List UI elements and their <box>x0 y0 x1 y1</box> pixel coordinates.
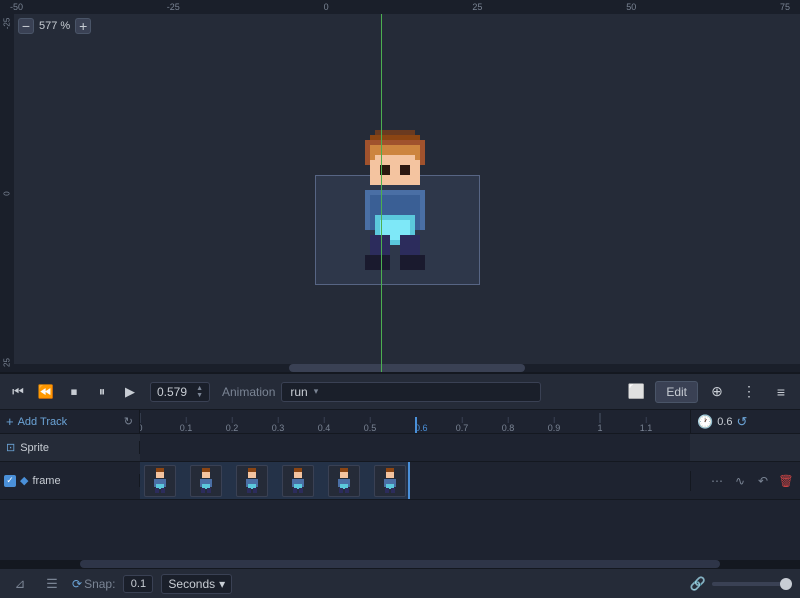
frame-track-checkbox[interactable]: ✓ <box>4 475 16 487</box>
zoom-slider[interactable] <box>712 582 792 586</box>
keyframe-thumb-3[interactable] <box>282 465 314 497</box>
snap-icon: ⟳ <box>72 577 82 591</box>
play-button[interactable]: ▶ <box>118 380 142 404</box>
pause-button[interactable]: ⏸ <box>90 380 114 404</box>
transport-bar: ⏮ ⏪ ⏹ ⏸ ▶ 0.579 ▲ ▼ Animation run ▾ ⬜ Ed… <box>0 374 800 410</box>
list-icon[interactable]: ☰ <box>40 572 64 596</box>
frame-track: ✓ ◆ frame <box>0 462 800 500</box>
animation-label: Animation <box>222 385 275 399</box>
viewport: -50 -25 0 25 50 75 -25 0 25 − 577 % + <box>0 0 800 372</box>
sprite-track-header[interactable]: ⊡ Sprite <box>0 441 140 454</box>
ruler-top: -50 -25 0 25 50 75 <box>0 0 800 14</box>
frame-track-right-controls: ⋯ ∿ ↶ 🗑 <box>690 471 800 491</box>
playhead-line <box>381 14 382 372</box>
ruler-mark: 0.1 <box>180 417 193 433</box>
ruler-mark: 0.4 <box>318 417 331 433</box>
ruler-mark: 0.2 <box>226 417 239 433</box>
edit-button[interactable]: Edit <box>655 381 698 403</box>
time-value: 0.579 <box>157 385 187 399</box>
sprite-track-content <box>140 434 690 461</box>
ruler-mark: 1.1 <box>640 417 653 433</box>
filter-icon[interactable]: ⊿ <box>8 572 32 596</box>
ruler-marks: 0 0.1 0.2 0.3 0.4 0.5 <box>140 410 690 433</box>
animation-name-select[interactable]: run ▾ <box>281 382 541 402</box>
ruler-mark: 1 <box>597 413 602 433</box>
audio-icon[interactable]: 🔗 <box>690 576 706 592</box>
keyframe-thumb-4[interactable] <box>328 465 360 497</box>
prev-keyframe-button[interactable]: ⏮ <box>6 380 30 404</box>
frame-diamond-icon: ◆ <box>20 474 28 487</box>
bottom-right-controls: 🔗 <box>690 576 792 592</box>
playhead-mark: 0.6 <box>415 417 417 433</box>
viewport-scrollbar-h[interactable] <box>14 364 800 372</box>
ruler-left: -25 0 25 <box>0 14 14 372</box>
ruler-right-controls: 🕐 0.6 ↺ <box>690 410 800 433</box>
keyframe-thumb-2[interactable] <box>236 465 268 497</box>
delete-icon[interactable]: 🗑 <box>776 471 796 491</box>
timeline-scrollbar[interactable] <box>0 560 800 568</box>
frame-track-content <box>140 462 690 499</box>
curve-icon[interactable]: ∿ <box>730 471 750 491</box>
add-track-label: Add Track <box>18 416 68 428</box>
frame-track-name: frame <box>32 475 60 487</box>
loop-icon: ↻ <box>124 415 133 428</box>
ruler-mark: 0.5 <box>364 417 377 433</box>
ruler-mark: 0.7 <box>456 417 469 433</box>
filter-tracks-icon[interactable]: ≡ <box>768 379 794 405</box>
ruler-mark: 0.8 <box>502 417 515 433</box>
ruler-mark: 0.3 <box>272 417 285 433</box>
snap-text: Snap: <box>84 577 115 591</box>
zoom-out-button[interactable]: − <box>18 18 34 34</box>
dots-icon[interactable]: ⋯ <box>707 471 727 491</box>
stop-button[interactable]: ⏹ <box>62 380 86 404</box>
frame-selection-overlay <box>140 462 410 499</box>
time-display[interactable]: 0.579 ▲ ▼ <box>150 382 210 402</box>
undo-icon[interactable]: ↶ <box>753 471 773 491</box>
keyframe-thumb-1[interactable] <box>190 465 222 497</box>
animation-name: run <box>290 385 307 399</box>
frame-track-header: ✓ ◆ frame <box>0 474 140 487</box>
sprite-svg <box>340 130 450 270</box>
ruler-mark: 0 <box>140 413 143 433</box>
prev-frame-button[interactable]: ⏪ <box>34 380 58 404</box>
sprite-track: ⊡ Sprite <box>0 434 800 462</box>
seconds-label: Seconds <box>168 577 215 591</box>
record-button[interactable]: ⬜ <box>623 379 649 405</box>
loop-time: 0.6 <box>717 416 732 428</box>
sprite-track-icon: ⊡ <box>6 441 15 454</box>
zoom-slider-thumb[interactable] <box>780 578 792 590</box>
keyframe-thumb-0[interactable] <box>144 465 176 497</box>
add-track-button[interactable]: + Add Track ↻ <box>0 410 140 433</box>
snap-value[interactable]: 0.1 <box>123 575 153 593</box>
ruler-mark: 0.9 <box>548 417 561 433</box>
chevron-down-icon: ▾ <box>314 386 319 397</box>
clock-icon: 🕐 <box>697 414 713 430</box>
loop-refresh-icon[interactable]: ↺ <box>736 414 747 430</box>
zoom-level: 577 % <box>39 20 70 32</box>
zoom-controls: − 577 % + <box>18 18 91 34</box>
bottom-bar: ⊿ ☰ ⟳ Snap: 0.1 Seconds ▾ 🔗 <box>0 568 800 598</box>
blend-icon[interactable]: ⊕ <box>704 379 730 405</box>
seconds-select[interactable]: Seconds ▾ <box>161 574 232 594</box>
time-up-button[interactable]: ▲ <box>196 385 203 392</box>
empty-tracks <box>0 500 800 560</box>
time-down-button[interactable]: ▼ <box>196 392 203 399</box>
keyframe-thumb-5[interactable] <box>374 465 406 497</box>
timeline-scrollbar-thumb[interactable] <box>80 560 720 568</box>
track-ruler: + Add Track ↻ 0 0.1 0.2 0.3 <box>0 410 800 434</box>
chevron-down-icon: ▾ <box>219 577 225 591</box>
sprite-canvas <box>340 130 450 270</box>
snap-label: ⟳ Snap: <box>72 577 115 591</box>
sprite-track-name: Sprite <box>20 442 49 454</box>
add-icon: + <box>6 414 14 429</box>
more-options-icon[interactable]: ⋮ <box>736 379 762 405</box>
viewport-scrollbar-thumb[interactable] <box>289 364 525 372</box>
zoom-in-button[interactable]: + <box>75 18 91 34</box>
timeline: ⏮ ⏪ ⏹ ⏸ ▶ 0.579 ▲ ▼ Animation run ▾ ⬜ Ed… <box>0 372 800 598</box>
